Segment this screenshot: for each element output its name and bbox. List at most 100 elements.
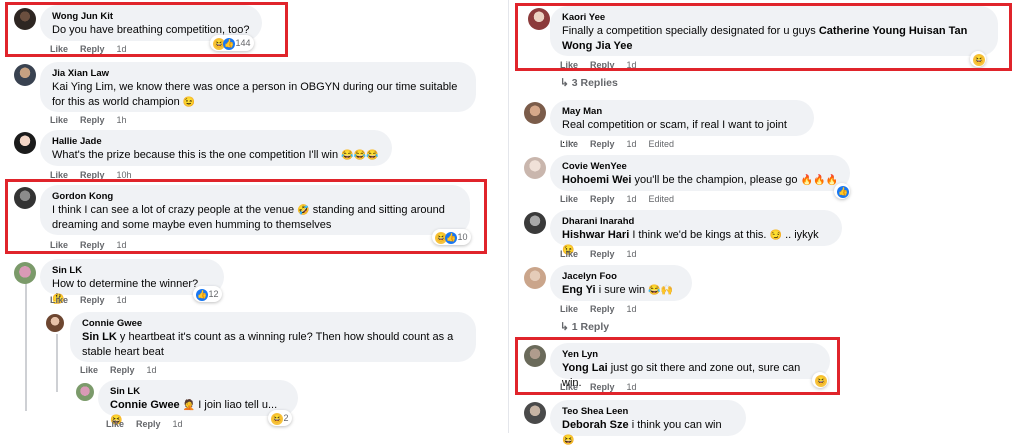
like-button[interactable]: Like xyxy=(560,249,578,259)
comment-time[interactable]: 10h xyxy=(117,170,132,180)
comment-author[interactable]: Teo Shea Leen xyxy=(562,406,734,418)
like-button[interactable]: Like xyxy=(50,240,68,250)
comment-author[interactable]: Wong Jun Kit xyxy=(52,11,250,23)
comment-time[interactable]: 1d xyxy=(117,295,127,305)
reply-button[interactable]: Reply xyxy=(80,295,105,305)
comment-actions: Like Reply 1d xyxy=(560,382,649,392)
reaction-summary[interactable]: 😆👍 10 xyxy=(432,229,471,245)
comment-text-line: I join liao tell u... xyxy=(198,399,278,411)
comment-time[interactable]: 1d xyxy=(117,240,127,250)
mention-link[interactable]: Wong Jia Yee xyxy=(562,40,633,52)
comment-author[interactable]: Sin LK xyxy=(52,265,212,277)
reply-button[interactable]: Reply xyxy=(80,170,105,180)
reaction-summary[interactable]: 😆 xyxy=(970,51,986,67)
mention-link[interactable]: Hishwar Hari xyxy=(562,229,629,241)
reply-button[interactable]: Reply xyxy=(590,382,615,392)
comment-time[interactable]: 1d xyxy=(627,382,637,392)
avatar[interactable] xyxy=(524,157,546,179)
avatar[interactable] xyxy=(524,102,546,124)
laughing-emoji: 😆 xyxy=(562,435,575,446)
comment-author[interactable]: Sin LK xyxy=(110,386,286,398)
avatar[interactable] xyxy=(14,132,36,154)
reaction-summary[interactable]: 👍 xyxy=(834,183,850,199)
avatar[interactable] xyxy=(76,383,94,401)
edited-label: Edited xyxy=(648,194,675,204)
comment-author[interactable]: Connie Gwee xyxy=(82,318,464,330)
thread-line xyxy=(56,334,58,392)
reaction-summary[interactable]: 👍 12 xyxy=(193,286,222,302)
comment-author[interactable]: Hallie Jade xyxy=(52,136,380,148)
comment-time[interactable]: 1d xyxy=(117,44,127,54)
reply-button[interactable]: Reply xyxy=(80,44,105,54)
comment-time[interactable]: 1d xyxy=(627,194,637,204)
reply-button[interactable]: Reply xyxy=(590,194,615,204)
reply-button[interactable]: Reply xyxy=(590,60,615,70)
comment-text-line: What's the prize because this is the one… xyxy=(52,149,339,161)
mention-link[interactable]: Hohoemi Wei xyxy=(562,174,631,186)
view-replies-link[interactable]: ↳ 1 Reply xyxy=(560,321,609,333)
comment-author[interactable]: Dharani Inarahd xyxy=(562,216,830,228)
comment-time[interactable]: 1d xyxy=(627,60,637,70)
comment-bubble: Dharani Inarahd Hishwar Hari I think we'… xyxy=(550,210,842,256)
reply-button[interactable]: Reply xyxy=(80,240,105,250)
comment-time[interactable]: 1d xyxy=(627,304,637,314)
haha-icon: 😆 xyxy=(271,412,283,425)
reaction-summary[interactable]: 😆 2 xyxy=(268,410,292,426)
like-button[interactable]: Like xyxy=(560,304,578,314)
avatar[interactable] xyxy=(524,402,546,424)
comment-author[interactable]: Yen Lyn xyxy=(562,349,818,361)
comment-author[interactable]: Jacelyn Foo xyxy=(562,271,680,283)
like-icon: 👍 xyxy=(196,288,208,301)
comment-author[interactable]: Jia Xian Law xyxy=(52,68,464,80)
comment-author[interactable]: Kaori Yee xyxy=(562,12,986,24)
like-button[interactable]: Like xyxy=(560,382,578,392)
comment-time[interactable]: 1h xyxy=(117,115,127,125)
avatar[interactable] xyxy=(14,64,36,86)
avatar[interactable] xyxy=(14,8,36,30)
comment-time[interactable]: 1d xyxy=(627,249,637,259)
like-button[interactable]: Like xyxy=(50,295,68,305)
comment-actions: Like Reply 1d xyxy=(560,60,649,70)
comment-author[interactable]: Gordon Kong xyxy=(52,191,458,203)
reply-button[interactable]: Reply xyxy=(590,249,615,259)
comment-time[interactable]: 1d xyxy=(173,419,183,429)
avatar[interactable] xyxy=(528,8,550,30)
avatar[interactable] xyxy=(524,345,546,367)
mention-link[interactable]: Sin LK xyxy=(82,331,117,343)
mention-link[interactable]: Catherine Young Huisan Tan xyxy=(819,25,968,37)
avatar[interactable] xyxy=(524,267,546,289)
like-button[interactable]: Like xyxy=(106,419,124,429)
reaction-count: 10 xyxy=(457,232,468,242)
comment-actions: Like Reply 10h xyxy=(50,170,144,180)
comment-bubble: May Man Real competition or scam, if rea… xyxy=(550,100,814,146)
like-button[interactable]: Like xyxy=(50,115,68,125)
comment-time[interactable]: 1d xyxy=(627,139,637,149)
comment-bubble: Kaori Yee Finally a competition speciall… xyxy=(550,6,998,56)
comment-author[interactable]: Covie WenYee xyxy=(562,161,838,173)
reply-button[interactable]: Reply xyxy=(80,115,105,125)
avatar[interactable] xyxy=(46,314,64,332)
reaction-summary[interactable]: 😆👍 144 xyxy=(210,35,254,51)
avatar[interactable] xyxy=(524,212,546,234)
like-button[interactable]: Like xyxy=(50,44,68,54)
like-button[interactable]: Like xyxy=(80,365,98,375)
like-button[interactable]: Like xyxy=(50,170,68,180)
mention-link[interactable]: Deborah Sze xyxy=(562,419,629,431)
mention-link[interactable]: Connie Gwee xyxy=(110,399,180,411)
like-button[interactable]: Like xyxy=(560,60,578,70)
reply-button[interactable]: Reply xyxy=(590,304,615,314)
reply-button[interactable]: Reply xyxy=(110,365,135,375)
like-button[interactable]: Like xyxy=(560,139,578,149)
thread-line xyxy=(25,283,27,411)
reply-button[interactable]: Reply xyxy=(136,419,161,429)
mention-link[interactable]: Yong Lai xyxy=(562,362,608,374)
comment-time[interactable]: 1d xyxy=(147,365,157,375)
reaction-summary[interactable]: 😆 xyxy=(812,372,828,388)
like-button[interactable]: Like xyxy=(560,194,578,204)
view-replies-link[interactable]: ↳ 3 Replies xyxy=(560,77,618,89)
avatar[interactable] xyxy=(14,262,36,284)
avatar[interactable] xyxy=(14,187,36,209)
reply-button[interactable]: Reply xyxy=(590,139,615,149)
comment-author[interactable]: May Man xyxy=(562,106,802,118)
mention-link[interactable]: Eng Yi xyxy=(562,284,596,296)
